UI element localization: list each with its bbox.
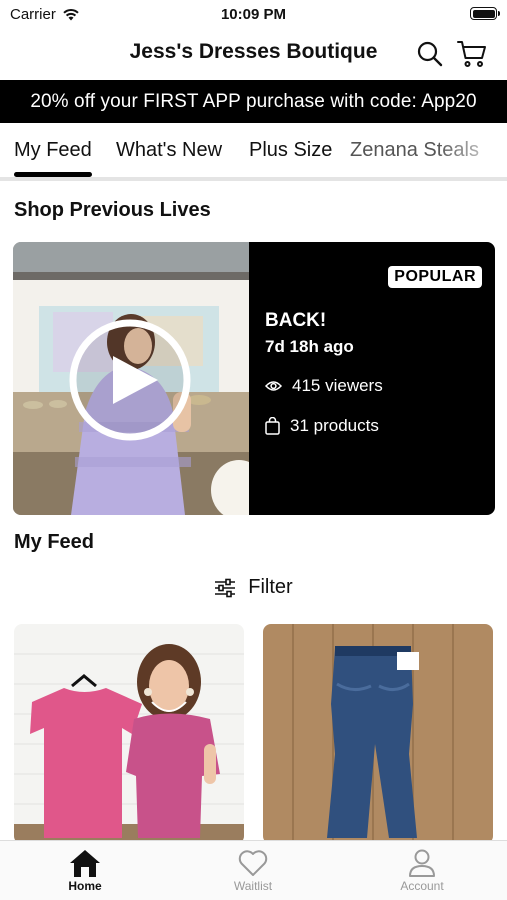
filter-button[interactable]: Filter	[0, 576, 507, 599]
search-icon	[417, 41, 443, 67]
eye-icon	[265, 381, 282, 391]
tab-whats-new[interactable]: What's New	[116, 139, 222, 162]
live-viewers: 415 viewers	[265, 376, 383, 396]
app-header: Jess's Dresses Boutique	[0, 30, 507, 78]
product-card[interactable]	[263, 624, 493, 844]
clock: 10:09 PM	[220, 6, 287, 23]
previous-lives-heading: Shop Previous Lives	[14, 199, 211, 221]
filter-sliders-icon	[215, 578, 236, 597]
heart-icon	[238, 850, 268, 876]
popular-badge: POPULAR	[388, 266, 482, 288]
products-count: 31 products	[290, 416, 379, 435]
active-tab-indicator	[14, 172, 92, 177]
live-title: BACK!	[265, 310, 327, 331]
cart-button[interactable]	[456, 38, 488, 70]
live-info-panel: POPULAR BACK! 7d 18h ago 415 viewers 31 …	[249, 242, 495, 515]
shopping-bag-icon	[265, 417, 280, 435]
bottom-tab-bar: Home Waitlist Account	[0, 840, 507, 900]
nav-waitlist[interactable]: Waitlist	[203, 847, 303, 893]
cart-icon	[457, 41, 486, 67]
nav-home-label: Home	[68, 879, 102, 893]
live-time-ago: 7d 18h ago	[265, 337, 354, 356]
category-tabs[interactable]: My Feed What's New Plus Size Zenana Stea…	[0, 123, 507, 181]
battery-icon	[470, 7, 500, 20]
nav-waitlist-label: Waitlist	[233, 879, 273, 893]
account-icon	[409, 849, 435, 877]
product-image-jeans	[263, 624, 493, 844]
filter-label: Filter	[248, 576, 293, 598]
promo-banner[interactable]: 20% off your FIRST APP purchase with cod…	[0, 80, 507, 123]
my-feed-heading: My Feed	[14, 531, 95, 553]
nav-home[interactable]: Home	[35, 847, 135, 893]
nav-account-label: Account	[400, 879, 444, 893]
product-card[interactable]	[14, 624, 244, 844]
product-image-pink-tops	[14, 624, 244, 844]
search-button[interactable]	[414, 38, 446, 70]
previous-live-card[interactable]: POPULAR BACK! 7d 18h ago 415 viewers 31 …	[13, 242, 495, 515]
play-icon[interactable]	[68, 318, 192, 442]
viewers-count: 415 viewers	[292, 376, 383, 395]
live-products: 31 products	[265, 416, 379, 436]
nav-account[interactable]: Account	[372, 847, 472, 893]
promo-text: 20% off your FIRST APP purchase with cod…	[30, 90, 477, 112]
home-icon	[70, 850, 100, 877]
tab-scroll-fade	[437, 123, 507, 177]
tab-my-feed[interactable]: My Feed	[14, 139, 92, 162]
tab-plus-size[interactable]: Plus Size	[249, 139, 332, 162]
status-bar: Carrier 10:09 PM	[0, 0, 507, 30]
live-video-thumbnail[interactable]	[13, 242, 249, 515]
